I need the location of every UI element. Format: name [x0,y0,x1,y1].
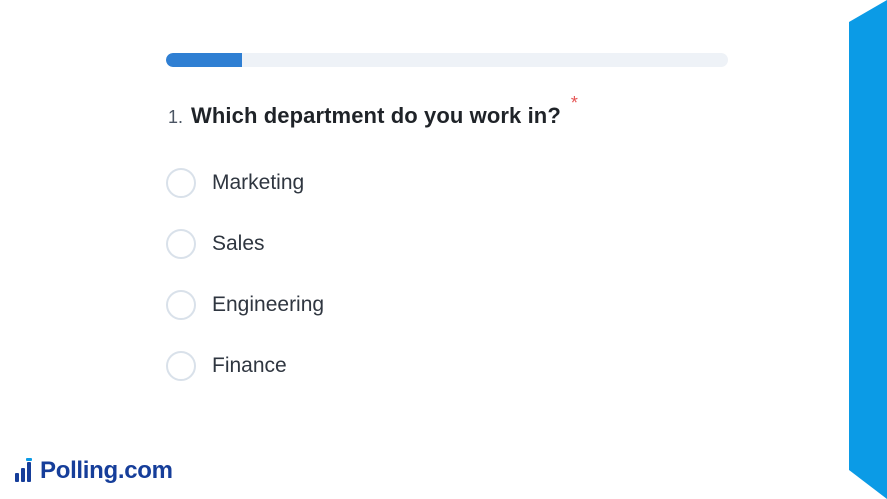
radio-button[interactable] [166,351,196,381]
survey-screen: 1. Which department do you work in? * Ma… [0,0,887,499]
question-heading: 1. Which department do you work in? * [168,93,578,129]
radio-button[interactable] [166,168,196,198]
option-finance[interactable]: Finance [166,351,586,412]
progress-fill [166,53,242,67]
question-number: 1. [168,107,184,127]
answer-options: Marketing Sales Engineering Finance [166,168,586,412]
option-sales[interactable]: Sales [166,229,586,290]
bar-chart-icon [15,458,32,482]
radio-button[interactable] [166,290,196,320]
polling-logo: Polling.com [14,457,173,485]
option-engineering[interactable]: Engineering [166,290,586,351]
option-label[interactable]: Marketing [212,168,304,198]
radio-button[interactable] [166,229,196,259]
option-label[interactable]: Finance [212,351,287,381]
option-label[interactable]: Sales [212,229,265,259]
progress-bar [166,53,728,67]
right-accent-stripe [849,0,887,499]
logo-text: Polling.com [40,457,173,484]
option-marketing[interactable]: Marketing [166,168,586,229]
required-asterisk: * [570,93,578,113]
question-text: Which department do you work in? [191,103,561,128]
option-label[interactable]: Engineering [212,290,324,320]
